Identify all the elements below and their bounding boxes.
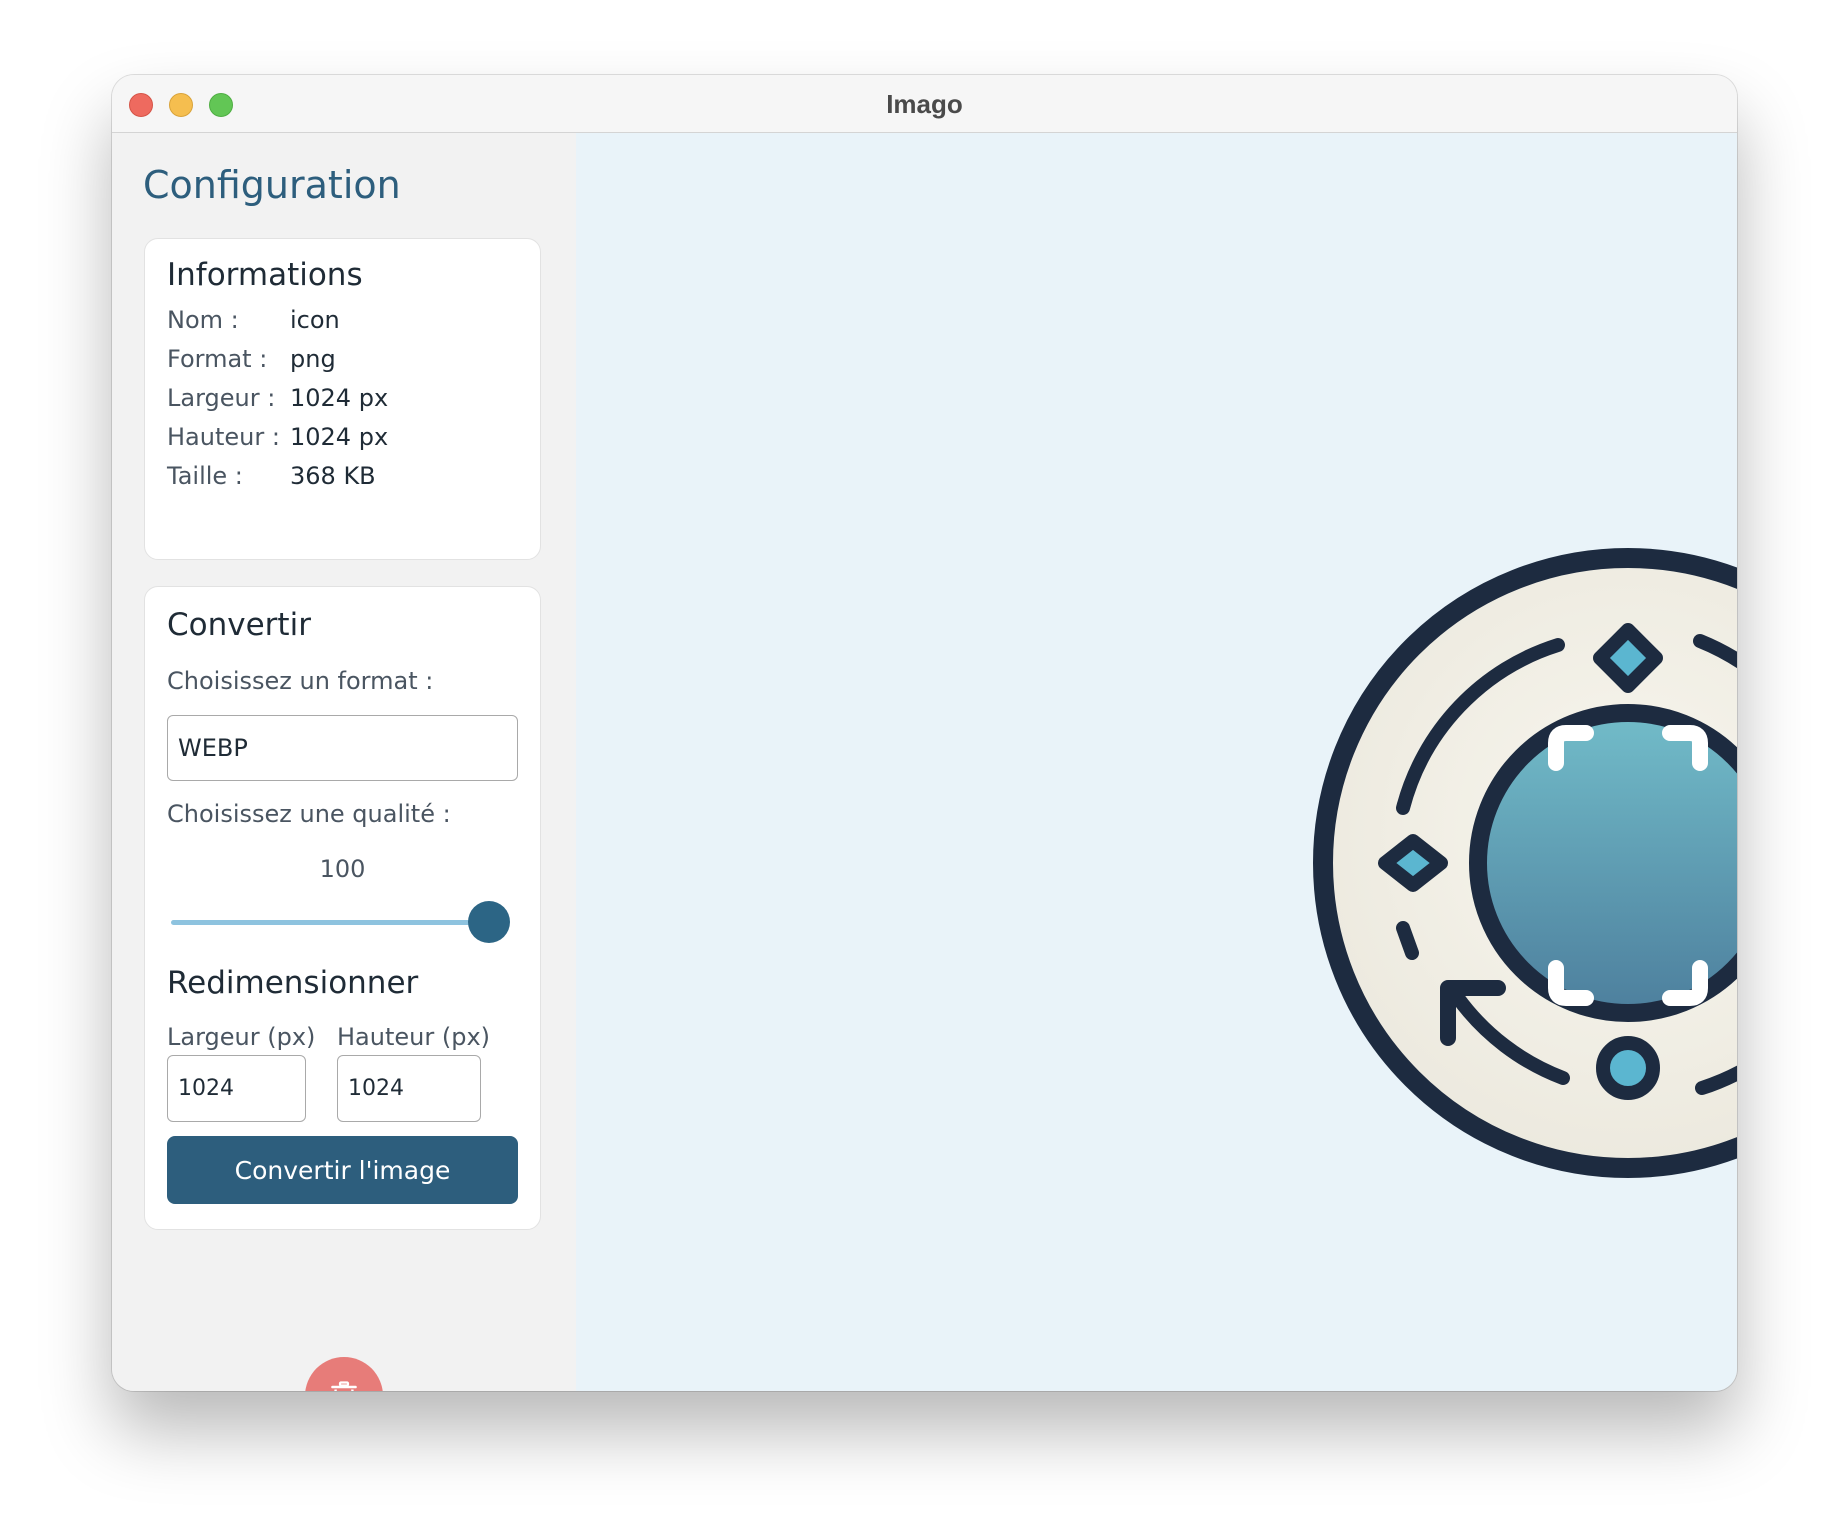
info-value: png — [290, 345, 336, 373]
trash-icon — [331, 1381, 357, 1391]
preview-area — [576, 133, 1737, 1391]
convert-image-button[interactable]: Convertir l'image — [167, 1136, 518, 1204]
app-window: Imago Configuration Informations Nom : i… — [112, 75, 1737, 1391]
info-value: 1024 px — [290, 384, 389, 412]
convert-card-title: Convertir — [167, 607, 311, 643]
info-label: Format : — [167, 345, 268, 373]
resize-height-label: Hauteur (px) — [337, 1023, 491, 1051]
quality-slider-thumb[interactable] — [468, 901, 510, 943]
quality-label: Choisissez une qualité : — [167, 800, 451, 828]
sidebar: Configuration Informations Nom : icon Fo… — [112, 133, 576, 1391]
info-label: Taille : — [167, 462, 243, 490]
page-title: Configuration — [143, 163, 401, 207]
info-label: Hauteur : — [167, 423, 280, 451]
format-input[interactable] — [167, 715, 518, 781]
format-label: Choisissez un format : — [167, 667, 434, 695]
info-value: icon — [290, 306, 340, 334]
window-title: Imago — [886, 89, 963, 119]
resize-width-input[interactable] — [167, 1055, 306, 1122]
resize-title: Redimensionner — [167, 965, 419, 1001]
image-convert-icon — [1313, 548, 1737, 1178]
resize-width-label: Largeur (px) — [167, 1023, 316, 1051]
delete-image-button[interactable] — [305, 1357, 383, 1391]
info-label: Largeur : — [167, 384, 276, 412]
convert-card: Convertir Choisissez un format : Choisis… — [144, 586, 541, 1230]
info-card-title: Informations — [167, 257, 363, 293]
info-value: 1024 px — [290, 423, 389, 451]
quality-slider-track[interactable] — [171, 920, 501, 925]
title-bar: Imago — [112, 75, 1737, 133]
info-card: Informations Nom : icon Format : png Lar… — [144, 238, 541, 560]
quality-value: 100 — [319, 855, 366, 883]
resize-height-input[interactable] — [337, 1055, 481, 1122]
info-label: Nom : — [167, 306, 239, 334]
info-value: 368 KB — [290, 462, 376, 490]
